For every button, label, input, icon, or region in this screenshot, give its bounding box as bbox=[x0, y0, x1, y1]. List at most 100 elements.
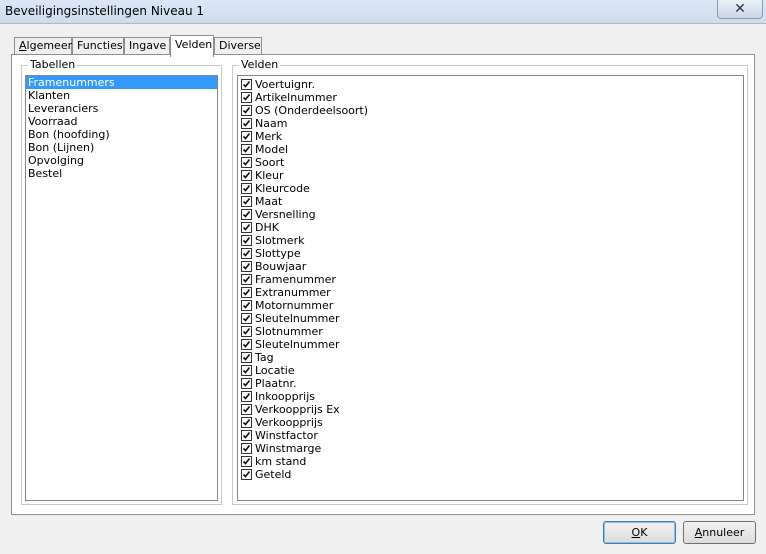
checkbox[interactable] bbox=[241, 248, 252, 259]
close-button[interactable]: ✕ bbox=[717, 0, 763, 19]
checkbox[interactable] bbox=[241, 313, 252, 324]
velden-item[interactable]: Winstmarge bbox=[240, 442, 743, 455]
checkbox[interactable] bbox=[241, 391, 252, 402]
checkbox[interactable] bbox=[241, 352, 252, 363]
checkbox[interactable] bbox=[241, 378, 252, 389]
tab-diverse[interactable]: Diverse bbox=[214, 37, 262, 55]
velden-item[interactable]: Winstfactor bbox=[240, 429, 743, 442]
tab-velden[interactable]: Velden bbox=[170, 35, 214, 57]
velden-item[interactable]: Bouwjaar bbox=[240, 260, 743, 273]
checkbox[interactable] bbox=[241, 430, 252, 441]
tabellen-item[interactable]: Bestel bbox=[26, 167, 217, 180]
tabellen-item[interactable]: Klanten bbox=[26, 89, 217, 102]
checkbox[interactable] bbox=[241, 417, 252, 428]
velden-group-label: Velden bbox=[239, 58, 281, 71]
velden-item[interactable]: DHK bbox=[240, 221, 743, 234]
velden-item[interactable]: km stand bbox=[240, 455, 743, 468]
checkbox[interactable] bbox=[241, 118, 252, 129]
velden-item[interactable]: Inkoopprijs bbox=[240, 390, 743, 403]
checkbox[interactable] bbox=[241, 326, 252, 337]
velden-item[interactable]: Model bbox=[240, 143, 743, 156]
velden-item[interactable]: Soort bbox=[240, 156, 743, 169]
velden-item[interactable]: Motornummer bbox=[240, 299, 743, 312]
velden-item[interactable]: Kleur bbox=[240, 169, 743, 182]
velden-item[interactable]: Slottype bbox=[240, 247, 743, 260]
velden-item[interactable]: Versnelling bbox=[240, 208, 743, 221]
ok-button[interactable]: OK bbox=[603, 521, 676, 544]
tabellen-item[interactable]: Framenummers bbox=[26, 76, 217, 89]
velden-item-label: Slotnummer bbox=[255, 325, 323, 338]
velden-item[interactable]: Slotnummer bbox=[240, 325, 743, 338]
checkmark-icon bbox=[242, 146, 251, 153]
checkbox[interactable] bbox=[241, 170, 252, 181]
tabellen-listbox[interactable]: Framenummers Klanten Leveranciers Voorraad B… bbox=[25, 75, 218, 501]
velden-item-label: Locatie bbox=[255, 364, 295, 377]
velden-item[interactable]: Geteld bbox=[240, 468, 743, 481]
tab-functies[interactable]: Functies bbox=[72, 37, 124, 55]
checkbox[interactable] bbox=[241, 274, 252, 285]
velden-item[interactable]: Kleurcode bbox=[240, 182, 743, 195]
tabellen-item[interactable]: Voorraad bbox=[26, 115, 217, 128]
title-bar[interactable]: Beveiligingsinstellingen Niveau 1 ✕ bbox=[0, 0, 766, 24]
checkmark-icon bbox=[242, 302, 251, 309]
checkbox[interactable] bbox=[241, 235, 252, 246]
checkbox[interactable] bbox=[241, 157, 252, 168]
velden-item-label: Slotmerk bbox=[255, 234, 305, 247]
velden-item[interactable]: Sleutelnummer bbox=[240, 338, 743, 351]
checkbox[interactable] bbox=[241, 105, 252, 116]
checkbox[interactable] bbox=[241, 222, 252, 233]
velden-item[interactable]: Locatie bbox=[240, 364, 743, 377]
velden-listbox[interactable]: Voertuignr. Artikelnummer OS (Onderdeelsoo… bbox=[237, 75, 744, 501]
velden-item[interactable]: Artikelnummer bbox=[240, 91, 743, 104]
velden-item[interactable]: Verkoopprijs Ex bbox=[240, 403, 743, 416]
velden-item-label: Geteld bbox=[255, 468, 292, 481]
velden-item[interactable]: Naam bbox=[240, 117, 743, 130]
tab-ingave[interactable]: Ingave bbox=[124, 37, 170, 55]
checkmark-icon bbox=[242, 237, 251, 244]
checkbox[interactable] bbox=[241, 339, 252, 350]
checkbox[interactable] bbox=[241, 300, 252, 311]
checkbox[interactable] bbox=[241, 144, 252, 155]
velden-item[interactable]: Sleutelnummer bbox=[240, 312, 743, 325]
tabellen-item[interactable]: Opvolging bbox=[26, 154, 217, 167]
velden-item[interactable]: Maat bbox=[240, 195, 743, 208]
tabellen-group: Tabellen Framenummers Klanten Leveranciers… bbox=[21, 58, 222, 505]
velden-item[interactable]: Slotmerk bbox=[240, 234, 743, 247]
checkbox[interactable] bbox=[241, 79, 252, 90]
checkbox[interactable] bbox=[241, 404, 252, 415]
checkbox[interactable] bbox=[241, 209, 252, 220]
tabellen-item[interactable]: Bon (hoofding) bbox=[26, 128, 217, 141]
annuleer-button[interactable]: Annuleer bbox=[683, 521, 756, 544]
velden-item[interactable]: Merk bbox=[240, 130, 743, 143]
velden-item[interactable]: Plaatnr. bbox=[240, 377, 743, 390]
tabellen-item[interactable]: Leveranciers bbox=[26, 102, 217, 115]
tabellen-item[interactable]: Bon (Lijnen) bbox=[26, 141, 217, 154]
checkmark-icon bbox=[242, 211, 251, 218]
checkbox[interactable] bbox=[241, 183, 252, 194]
checkbox[interactable] bbox=[241, 261, 252, 272]
velden-item[interactable]: Tag bbox=[240, 351, 743, 364]
checkbox[interactable] bbox=[241, 469, 252, 480]
velden-item[interactable]: Framenummer bbox=[240, 273, 743, 286]
checkbox[interactable] bbox=[241, 365, 252, 376]
tab-algemeen[interactable]: Algemeen bbox=[14, 37, 75, 55]
velden-item-label: DHK bbox=[255, 221, 279, 234]
tab-panel-velden: Tabellen Framenummers Klanten Leveranciers… bbox=[11, 54, 755, 515]
velden-item[interactable]: OS (Onderdeelsoort) bbox=[240, 104, 743, 117]
checkmark-icon bbox=[242, 107, 251, 114]
checkbox[interactable] bbox=[241, 92, 252, 103]
checkbox[interactable] bbox=[241, 196, 252, 207]
velden-item-label: Artikelnummer bbox=[255, 91, 337, 104]
velden-item[interactable]: Voertuignr. bbox=[240, 78, 743, 91]
velden-item[interactable]: Verkoopprijs bbox=[240, 416, 743, 429]
checkmark-icon bbox=[242, 432, 251, 439]
checkmark-icon bbox=[242, 341, 251, 348]
velden-item[interactable]: Extranummer bbox=[240, 286, 743, 299]
velden-item-label: Model bbox=[255, 143, 289, 156]
checkbox[interactable] bbox=[241, 287, 252, 298]
velden-item-label: Kleurcode bbox=[255, 182, 310, 195]
checkmark-icon bbox=[242, 133, 251, 140]
checkbox[interactable] bbox=[241, 131, 252, 142]
checkbox[interactable] bbox=[241, 443, 252, 454]
checkbox[interactable] bbox=[241, 456, 252, 467]
